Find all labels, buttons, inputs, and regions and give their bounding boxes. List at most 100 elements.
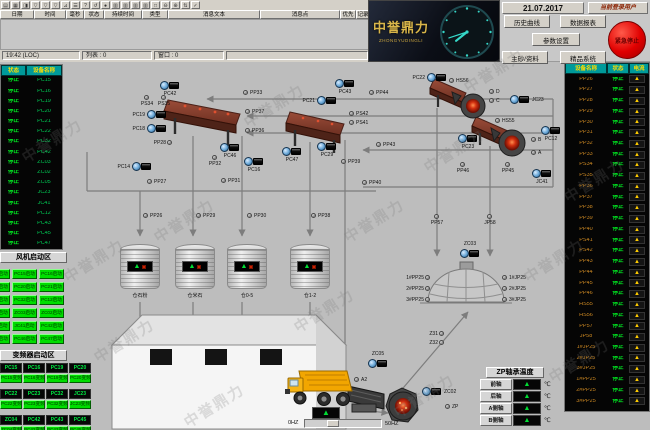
device-row[interactable]: PP45停止▲ (565, 278, 649, 289)
sensor-point-HS56[interactable] (449, 78, 454, 83)
device-row[interactable]: PP57停止▲ (565, 321, 649, 332)
sensor-point-PP27[interactable] (147, 179, 152, 184)
fan-start-button[interactable]: PC15启动 (12, 269, 37, 279)
sensor-point-PP26[interactable] (143, 213, 148, 218)
columns-icon[interactable]: ▦ (11, 1, 20, 9)
sensor-point-PP46[interactable] (460, 162, 465, 167)
device-row[interactable]: 停止PC32 (1, 137, 62, 147)
sensor-point-PP43[interactable] (376, 142, 381, 147)
vfd-start-button[interactable]: PC15变频 (0, 374, 22, 383)
fan-start-button[interactable]: PC16启动 (39, 269, 64, 279)
device-row[interactable]: 停止PC22 (1, 127, 62, 137)
alarm-column-header[interactable]: 消息文本 (168, 10, 260, 19)
fan-start-button[interactable]: PC42启动 (39, 321, 64, 331)
device-row[interactable]: 停止PC47 (1, 239, 62, 249)
sensor-point-3#JP25[interactable] (502, 297, 507, 302)
device-row[interactable]: PP37停止▲ (565, 192, 649, 203)
device-row[interactable]: 停止PC12 (1, 208, 62, 218)
sensor-point-ZP[interactable] (445, 404, 450, 409)
motor-PC42[interactable] (160, 81, 180, 91)
device-row[interactable]: 1#JP25停止▲ (565, 342, 649, 353)
record-icon[interactable]: ● (101, 1, 110, 9)
zoom-out-icon[interactable]: ⊖ (161, 1, 170, 9)
alarm-column-header[interactable]: 日期 (0, 10, 34, 19)
device-row[interactable]: 停止PC19 (1, 96, 62, 106)
sensor-point-Z32[interactable] (439, 340, 444, 345)
device-row[interactable]: JP58停止▲ (565, 332, 649, 343)
device-row[interactable]: 3#JP25停止▲ (565, 364, 649, 375)
topbar-button-2[interactable]: 数据报表 (560, 15, 606, 28)
motor-PC46[interactable] (220, 143, 240, 153)
sensor-point-PP30[interactable] (247, 213, 252, 218)
topbar-button-5[interactable]: 精品系统 (560, 51, 606, 64)
help-icon[interactable]: ? (81, 1, 90, 9)
motor-PC47[interactable] (282, 147, 302, 157)
device-row[interactable]: PP46停止▲ (565, 289, 649, 300)
sensor-point-PP33[interactable] (243, 90, 248, 95)
device-row[interactable]: 停止JC23 (1, 188, 62, 198)
frequency-slider-thumb[interactable] (327, 420, 339, 427)
motor-PC16[interactable] (244, 157, 264, 167)
vfd-start-button[interactable]: PC19变频 (46, 374, 68, 383)
fan-start-button[interactable]: PC47启动 (39, 334, 64, 344)
vfd-start-button[interactable]: JC23变频 (69, 400, 91, 409)
sensor-point-Z31[interactable] (439, 331, 444, 336)
sensor-point-PP36[interactable] (245, 128, 250, 133)
frame-icon[interactable]: □ (151, 1, 160, 9)
motor-PC29[interactable] (317, 142, 337, 152)
vfd-start-button[interactable]: PC42变频 (23, 426, 45, 430)
motor-PC22[interactable] (427, 73, 447, 83)
sensor-point-PP44[interactable] (369, 90, 374, 95)
list-icon[interactable]: ▤ (1, 1, 10, 9)
fan-start-button[interactable]: PC32启动 (12, 295, 37, 305)
device-row[interactable]: PP30停止▲ (565, 117, 649, 128)
motor-PC18[interactable] (147, 124, 167, 134)
device-row[interactable]: 停止PC43 (1, 219, 62, 229)
motor-ZC05[interactable] (368, 359, 388, 369)
sensor-point-1#PP25[interactable] (425, 275, 430, 280)
view4-icon[interactable]: ▥ (141, 1, 150, 9)
filter-ack-icon[interactable]: ▽ (51, 1, 60, 9)
sensor-point-PS41[interactable] (349, 120, 354, 125)
device-row[interactable]: PP40停止▲ (565, 224, 649, 235)
sensor-point-PP38[interactable] (311, 213, 316, 218)
sensor-point-2#JP25[interactable] (502, 286, 507, 291)
sensor-point-PP39[interactable] (341, 159, 346, 164)
sensor-point-PP31[interactable] (221, 178, 226, 183)
vfd-start-button[interactable]: PC22变频 (0, 400, 22, 409)
fan-start-button[interactable]: PC19启动 (0, 282, 10, 292)
vfd-start-button[interactable]: ZC04变频 (0, 426, 22, 430)
zoom-in-icon[interactable]: ⊕ (171, 1, 180, 9)
frequency-slider[interactable] (304, 419, 382, 428)
device-row[interactable]: 2#PP25停止▲ (565, 385, 649, 396)
sensor-point-PS42[interactable] (349, 111, 354, 116)
vfd-start-button[interactable]: PC16变频 (23, 374, 45, 383)
alarm-column-header[interactable]: 消息点 (260, 10, 340, 19)
sensor-point-JP58[interactable] (487, 214, 492, 219)
fan-start-button[interactable]: JC23启动 (0, 321, 10, 331)
alarm-column-header[interactable]: 时间 (34, 10, 66, 19)
alarm-column-header[interactable]: 状态 (84, 10, 104, 19)
fan-start-button[interactable]: PC45启动 (0, 334, 10, 344)
topbar-button-4[interactable]: 主砂/资料 (502, 51, 548, 64)
device-row[interactable]: 2#JP25停止▲ (565, 353, 649, 364)
motor-PC43[interactable] (335, 79, 355, 89)
device-row[interactable]: 停止ZC03 (1, 158, 62, 168)
vfd-start-button[interactable]: PC32变频 (46, 400, 68, 409)
device-row[interactable]: HS55停止▲ (565, 299, 649, 310)
motor-ZC03[interactable] (460, 249, 480, 259)
device-row[interactable]: 3#PP25停止▲ (565, 396, 649, 407)
motor-PC21[interactable] (317, 96, 337, 106)
vfd-start-button[interactable]: PC43变频 (46, 426, 68, 430)
fan-start-button[interactable]: ZC02启动 (39, 308, 64, 318)
device-row[interactable]: PP32停止▲ (565, 138, 649, 149)
device-row[interactable]: HS56停止▲ (565, 310, 649, 321)
alarm-table-body[interactable] (0, 19, 370, 50)
sensor-point-A2[interactable] (354, 377, 359, 382)
sensor-point-D[interactable] (489, 89, 494, 94)
fan-start-button[interactable]: PC20启动 (12, 282, 37, 292)
device-row[interactable]: 停止PC45 (1, 229, 62, 239)
device-row[interactable]: 停止PC15 (1, 76, 62, 86)
alarm-column-header[interactable]: 毫秒 (66, 10, 84, 19)
device-row[interactable]: PP27停止▲ (565, 85, 649, 96)
